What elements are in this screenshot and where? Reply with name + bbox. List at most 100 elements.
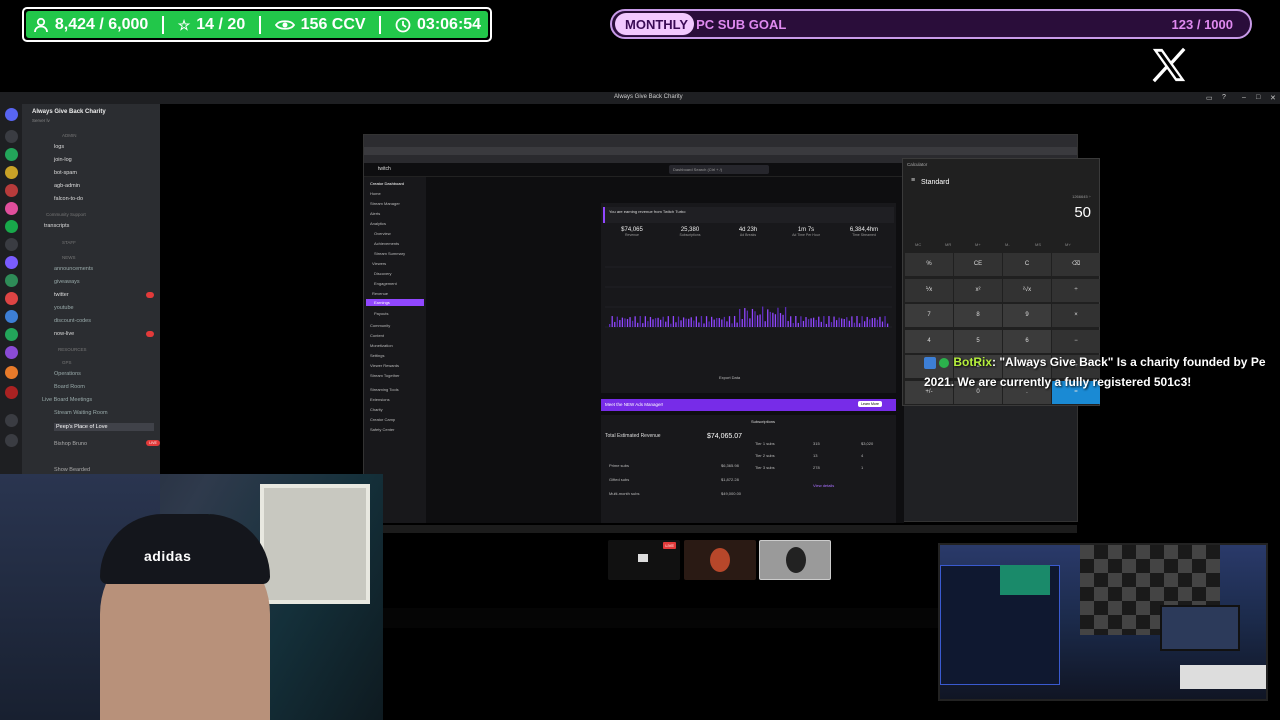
server-icon[interactable] — [5, 292, 18, 305]
calc-key[interactable]: 4 — [905, 329, 953, 353]
memory-button[interactable]: M˅ — [1065, 242, 1071, 247]
participant-tile[interactable] — [759, 540, 831, 580]
channel-giveaways[interactable]: giveaways — [54, 279, 80, 285]
calc-key[interactable]: ²√x — [1003, 278, 1051, 302]
server-name[interactable]: Always Give Back Charity — [32, 109, 106, 115]
sidebar-item-stream-manager[interactable]: Stream Manager — [370, 201, 400, 206]
sidebar-item-community[interactable]: Community — [370, 323, 390, 328]
calc-key[interactable]: ÷ — [1052, 278, 1100, 302]
category-staff[interactable]: STAFF — [62, 240, 76, 245]
sidebar-item-home[interactable]: Home — [370, 191, 381, 196]
memory-button[interactable]: M- — [1005, 242, 1010, 247]
sidebar-item-payouts[interactable]: Payouts — [374, 311, 388, 316]
channel-now-live[interactable]: now-live — [54, 331, 74, 337]
category-community-support[interactable]: Community Support — [46, 212, 86, 217]
calc-key[interactable]: 8 — [954, 304, 1002, 327]
sidebar-item-revenue[interactable]: Revenue — [372, 291, 388, 296]
server-icon[interactable] — [5, 274, 18, 287]
dashboard-search[interactable]: Dashboard Search (Ctrl + /) — [669, 165, 769, 174]
memory-button[interactable]: MS — [1035, 242, 1041, 247]
kpi-time-streamed[interactable]: 6,384,4hm Time Streamed — [835, 227, 893, 237]
channel-peeps-place-of-love[interactable]: Peep's Place of Love — [54, 423, 154, 431]
channel-stream-waiting-room[interactable]: Stream Waiting Room — [54, 410, 108, 416]
channel-discount-codes[interactable]: discount-codes — [54, 318, 91, 324]
calc-key[interactable]: 6 — [1003, 329, 1051, 353]
channel-operations[interactable]: Operations — [54, 371, 81, 377]
sidebar-item-analytics[interactable]: Analytics — [370, 221, 386, 226]
channel-bot-spam[interactable]: bot-spam — [54, 170, 77, 176]
server-icon[interactable] — [5, 220, 18, 233]
channel-agb-admin[interactable]: agb-admin — [54, 183, 80, 189]
memory-button[interactable]: M+ — [975, 242, 981, 247]
menu-icon[interactable]: ≡ — [911, 177, 915, 184]
server-icon[interactable] — [5, 184, 18, 197]
calc-key[interactable]: ⌫ — [1052, 253, 1100, 276]
sidebar-item-safety-center[interactable]: Safety Center — [370, 427, 394, 432]
channel-board-room[interactable]: Board Room — [54, 384, 85, 390]
participant-tile[interactable] — [684, 540, 756, 580]
close-icon[interactable]: ✕ — [1270, 94, 1276, 102]
explore-icon[interactable] — [5, 434, 18, 447]
minimize-icon[interactable]: – — [1242, 94, 1246, 101]
kpi-revenue[interactable]: $74,065 Revenue — [603, 227, 661, 237]
sidebar-item-earnings[interactable]: Earnings — [366, 299, 424, 306]
calc-key[interactable]: ⅟x — [905, 278, 953, 302]
sidebar-item-stream-summary[interactable]: Stream Summary — [374, 251, 405, 256]
kpi-ad-time[interactable]: 1m 7s Ad Time Per Hour — [777, 227, 835, 237]
calc-key[interactable]: 5 — [954, 329, 1002, 353]
server-icon[interactable] — [5, 148, 18, 161]
calc-key[interactable]: 7 — [905, 304, 953, 327]
maximize-icon[interactable]: □ — [1256, 94, 1260, 101]
server-icon[interactable] — [5, 130, 18, 143]
view-details-link[interactable]: View details — [813, 483, 834, 488]
sidebar-item-content[interactable]: Content — [370, 333, 384, 338]
help-icon[interactable]: ? — [1222, 94, 1226, 101]
server-icon[interactable] — [5, 310, 18, 323]
category-news[interactable]: NEWS — [62, 255, 76, 260]
calc-key[interactable]: x² — [954, 278, 1002, 302]
sidebar-item-stream-together[interactable]: Stream Together — [370, 373, 400, 378]
channel-transcripts[interactable]: transcripts — [44, 223, 69, 229]
twitch-brand[interactable]: twitch — [378, 166, 391, 172]
add-server-icon[interactable] — [5, 414, 18, 427]
category-admin[interactable]: ADMIN — [62, 133, 77, 138]
sidebar-item-monetization[interactable]: Monetization — [370, 343, 393, 348]
calc-key[interactable]: CE — [954, 253, 1002, 276]
channel-falcon-to-do[interactable]: falcon-to-do — [54, 196, 83, 202]
sidebar-item-achievements[interactable]: Achievements — [374, 241, 399, 246]
server-icon[interactable] — [5, 328, 18, 341]
calc-key[interactable]: − — [1052, 329, 1100, 353]
sidebar-item-engagement[interactable]: Engagement — [374, 281, 397, 286]
sidebar-item-settings[interactable]: Settings — [370, 353, 384, 358]
channel-join-log[interactable]: join-log — [54, 157, 72, 163]
calc-key[interactable]: 9 — [1003, 304, 1051, 327]
browser-tab-bar[interactable] — [364, 135, 1077, 147]
server-icon[interactable] — [5, 202, 18, 215]
participant-tile[interactable]: LIVE — [608, 540, 680, 580]
learn-more-button[interactable]: Learn More — [858, 401, 882, 407]
channel-announcements[interactable]: announcements — [54, 266, 93, 272]
calc-key[interactable]: % — [905, 253, 953, 276]
channel-show-bearded[interactable]: Show Bearded — [54, 467, 90, 473]
sidebar-item-charity[interactable]: Charity — [370, 407, 383, 412]
voice-user-bishop-bruno[interactable]: Bishop Bruno — [54, 441, 87, 447]
memory-button[interactable]: MR — [945, 242, 951, 247]
channel-logs[interactable]: logs — [54, 144, 64, 150]
channel-live-board-meetings[interactable]: Live Board Meetings — [42, 397, 92, 403]
sidebar-item-alerts[interactable]: Alerts — [370, 211, 380, 216]
channel-twitter[interactable]: twitter — [54, 292, 69, 298]
server-icon[interactable] — [5, 386, 18, 399]
inbox-icon[interactable]: ▭ — [1206, 94, 1213, 102]
sidebar-item-streaming-tools[interactable]: Streaming Tools — [370, 387, 399, 392]
channel-youtube[interactable]: youtube — [54, 305, 74, 311]
sidebar-item-viewer-rewards[interactable]: Viewer Rewards — [370, 363, 399, 368]
server-icon[interactable] — [5, 166, 18, 179]
sidebar-item-extensions[interactable]: Extensions — [370, 397, 390, 402]
export-data-link[interactable]: Export Data — [719, 375, 740, 380]
kpi-ad-breaks[interactable]: 4d 23h Ad Breaks — [719, 227, 777, 237]
server-icon[interactable] — [5, 346, 18, 359]
sidebar-item-viewers[interactable]: Viewers — [372, 261, 386, 266]
category-resources[interactable]: RESOURCES — [58, 347, 87, 352]
sidebar-item-discovery[interactable]: Discovery — [374, 271, 392, 276]
server-icon[interactable] — [5, 238, 18, 251]
